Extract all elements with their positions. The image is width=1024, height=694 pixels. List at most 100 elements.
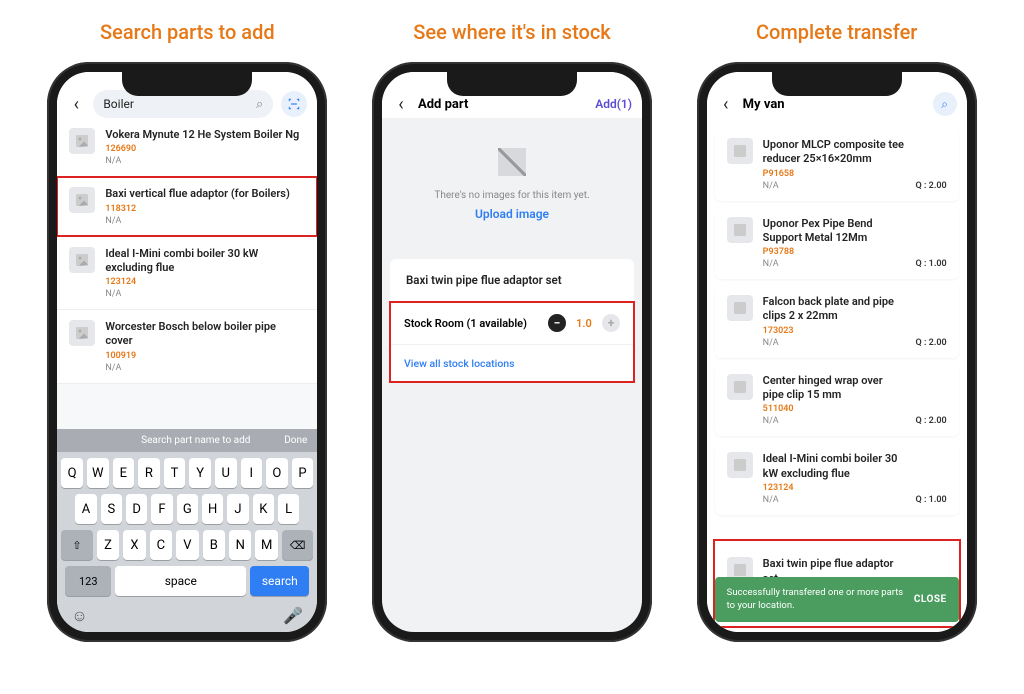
- keyboard-done[interactable]: Done: [284, 435, 307, 446]
- col-stock: See where it's in stock ‹ Add part Add(1…: [365, 20, 660, 642]
- list-item[interactable]: Uponor Pex Pipe Bend Support Metal 12MmP…: [715, 207, 959, 280]
- back-icon[interactable]: ‹: [392, 95, 410, 113]
- no-image-icon: [498, 148, 526, 176]
- emoji-icon[interactable]: ☺: [71, 606, 87, 626]
- barcode-icon[interactable]: [281, 91, 307, 117]
- item-name: Center hinged wrap over pipe clip 15 mm: [763, 374, 906, 403]
- toast-close-button[interactable]: CLOSE: [914, 594, 947, 605]
- key-y[interactable]: Y: [189, 458, 211, 488]
- list-item[interactable]: Worcester Bosch below boiler pipe cover …: [57, 310, 317, 384]
- list-item[interactable]: Uponor MLCP composite tee reducer 25×16×…: [715, 128, 959, 201]
- key-t[interactable]: T: [164, 458, 186, 488]
- item-qty: Q : 1.00: [916, 495, 947, 505]
- key-l[interactable]: L: [278, 494, 299, 524]
- key-c[interactable]: C: [150, 530, 172, 560]
- item-na: N/A: [763, 416, 906, 426]
- key-f[interactable]: F: [151, 494, 172, 524]
- list-item[interactable]: Ideal I-Mini combi boiler 30 kW excludin…: [715, 442, 959, 515]
- key-o[interactable]: O: [266, 458, 288, 488]
- key-q[interactable]: Q: [61, 458, 83, 488]
- item-name: Uponor Pex Pipe Bend Support Metal 12Mm: [763, 217, 906, 246]
- item-qty: Q : 2.00: [916, 338, 947, 348]
- key-k[interactable]: K: [253, 494, 274, 524]
- list-item[interactable]: Ideal I-Mini combi boiler 30 kW excludin…: [57, 237, 317, 311]
- key-z[interactable]: Z: [97, 530, 119, 560]
- phone-frame-1: ‹ Boiler ⌕ Vokera Mynute 12 He System Bo…: [47, 62, 327, 642]
- phone-row: Search parts to add ‹ Boiler ⌕: [40, 20, 984, 642]
- list-item[interactable]: Falcon back plate and pipe clips 2 x 22m…: [715, 285, 959, 358]
- key-e[interactable]: E: [113, 458, 135, 488]
- item-na: N/A: [763, 259, 906, 269]
- phone-frame-2: ‹ Add part Add(1) There's no images for …: [372, 62, 652, 642]
- placeholder-image-icon: [727, 295, 753, 321]
- keyboard-hint-bar: Search part name to add Done: [57, 429, 317, 452]
- upload-image-link[interactable]: Upload image: [402, 207, 622, 221]
- key-n[interactable]: N: [229, 530, 251, 560]
- item-na: N/A: [763, 338, 906, 348]
- key-u[interactable]: U: [215, 458, 237, 488]
- plus-icon[interactable]: +: [602, 314, 620, 332]
- key-h[interactable]: H: [202, 494, 223, 524]
- results-list[interactable]: Vokera Mynute 12 He System Boiler Ng 126…: [57, 118, 317, 429]
- key-a[interactable]: A: [75, 494, 96, 524]
- item-qty: Q : 2.00: [916, 416, 947, 426]
- topbar-3: ‹ My van ⌕: [707, 72, 967, 118]
- item-sku: 100919: [105, 351, 305, 361]
- placeholder-image-icon: [69, 247, 95, 273]
- mic-icon[interactable]: 🎤: [283, 606, 303, 626]
- key-backspace[interactable]: ⌫: [282, 530, 313, 560]
- key-shift[interactable]: ⇧: [61, 530, 92, 560]
- placeholder-image-icon: [727, 452, 753, 478]
- keyboard[interactable]: Search part name to add Done Q W E R T Y…: [57, 429, 317, 632]
- key-r[interactable]: R: [138, 458, 160, 488]
- key-w[interactable]: W: [87, 458, 109, 488]
- key-v[interactable]: V: [176, 530, 198, 560]
- key-b[interactable]: B: [203, 530, 225, 560]
- page-title: Add part: [418, 97, 587, 112]
- no-image-text: There's no images for this item yet.: [402, 190, 622, 201]
- placeholder-image-icon: [727, 217, 753, 243]
- page-title: My van: [743, 97, 925, 112]
- highlighted-transfer-area: Baxi twin pipe flue adaptor set118239N/A…: [707, 541, 967, 632]
- key-i[interactable]: I: [241, 458, 263, 488]
- quantity-stepper[interactable]: − 1.0 +: [548, 314, 620, 332]
- view-all-stock-link[interactable]: View all stock locations: [404, 357, 620, 370]
- key-p[interactable]: P: [292, 458, 314, 488]
- item-sku: 123124: [105, 277, 305, 287]
- back-icon[interactable]: ‹: [717, 95, 735, 113]
- key-j[interactable]: J: [227, 494, 248, 524]
- minus-icon[interactable]: −: [548, 314, 566, 332]
- key-search[interactable]: search: [250, 566, 309, 596]
- search-input[interactable]: Boiler ⌕: [93, 90, 273, 118]
- item-name: Ideal I-Mini combi boiler 30 kW excludin…: [763, 452, 906, 481]
- placeholder-image-icon: [727, 374, 753, 400]
- list-item[interactable]: Vokera Mynute 12 He System Boiler Ng 126…: [57, 118, 317, 177]
- item-sku: 173023: [763, 326, 906, 336]
- key-d[interactable]: D: [126, 494, 147, 524]
- key-s[interactable]: S: [101, 494, 122, 524]
- search-icon[interactable]: ⌕: [256, 97, 263, 112]
- key-m[interactable]: M: [255, 530, 277, 560]
- add-button[interactable]: Add(1): [595, 97, 632, 111]
- list-item[interactable]: Center hinged wrap over pipe clip 15 mm5…: [715, 364, 959, 437]
- stock-label: Stock Room (1 available): [404, 317, 540, 330]
- key-space[interactable]: space: [115, 566, 246, 596]
- key-123[interactable]: 123: [65, 566, 111, 596]
- list-item-highlighted[interactable]: Baxi vertical flue adaptor (for Boilers)…: [57, 177, 317, 236]
- caption-1: Search parts to add: [100, 20, 275, 44]
- stock-location-row[interactable]: Stock Room (1 available) − 1.0 +: [390, 302, 634, 344]
- item-sku: P91658: [763, 169, 906, 179]
- item-name: Worcester Bosch below boiler pipe cover: [105, 320, 305, 349]
- stock-qty: 1.0: [574, 317, 594, 330]
- key-g[interactable]: G: [177, 494, 198, 524]
- col-search: Search parts to add ‹ Boiler ⌕: [40, 20, 335, 642]
- placeholder-image-icon: [727, 138, 753, 164]
- toast-message: Successfully transfered one or more part…: [727, 587, 906, 612]
- back-icon[interactable]: ‹: [67, 95, 85, 113]
- item-sku: 126690: [105, 144, 305, 154]
- van-items-list[interactable]: Uponor MLCP composite tee reducer 25×16×…: [707, 118, 967, 632]
- caption-3: Complete transfer: [756, 20, 917, 44]
- item-sku: P93788: [763, 247, 906, 257]
- search-icon[interactable]: ⌕: [933, 92, 957, 116]
- key-x[interactable]: X: [123, 530, 145, 560]
